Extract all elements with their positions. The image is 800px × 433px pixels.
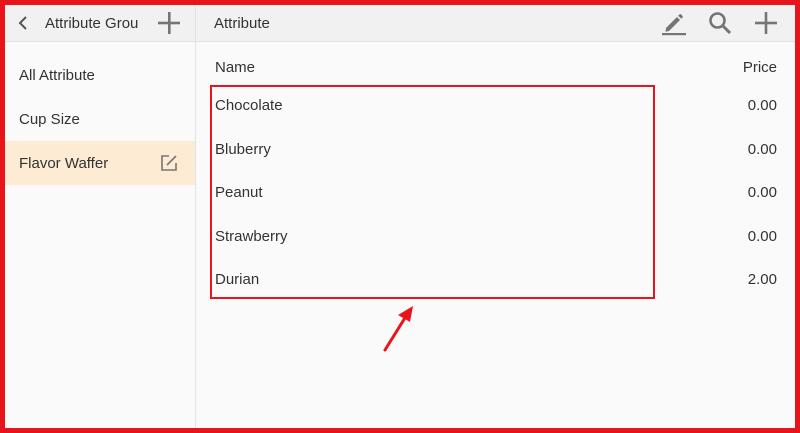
attribute-name: Bluberry	[215, 140, 271, 158]
edit-group-button[interactable]	[160, 154, 178, 172]
attribute-group-list: All Attribute Cup Size Flavor Waffer	[5, 53, 195, 185]
sidebar-item-all-attribute[interactable]: All Attribute	[5, 53, 195, 97]
app-window: Attribute Grou All Attribute Cup Size Fl…	[0, 0, 800, 433]
table-row[interactable]: Peanut 0.00	[215, 171, 777, 215]
page-title: Attribute	[214, 14, 270, 32]
table-row[interactable]: Strawberry 0.00	[215, 215, 777, 259]
sidebar-item-flavor-waffer[interactable]: Flavor Waffer	[5, 141, 195, 185]
sidebar-item-label: Cup Size	[19, 110, 80, 128]
attribute-name: Chocolate	[215, 97, 283, 115]
table-row[interactable]: Chocolate 0.00	[215, 84, 777, 128]
column-header-price: Price	[742, 58, 777, 76]
add-group-button[interactable]	[157, 11, 181, 35]
attribute-group-sidebar: Attribute Grou All Attribute Cup Size Fl…	[5, 5, 196, 428]
attribute-price: 0.00	[747, 140, 777, 158]
back-button[interactable]	[15, 13, 31, 33]
search-button[interactable]	[707, 10, 733, 36]
add-attribute-button[interactable]	[753, 10, 779, 36]
sidebar-item-label: Flavor Waffer	[19, 154, 109, 172]
edit-square-icon	[161, 155, 177, 171]
sidebar-item-label: All Attribute	[19, 66, 95, 84]
attribute-price: 0.00	[747, 184, 777, 202]
sidebar-item-cup-size[interactable]: Cup Size	[5, 97, 195, 141]
attribute-name: Peanut	[215, 184, 263, 202]
table-row[interactable]: Bluberry 0.00	[215, 128, 777, 172]
table-row[interactable]: Durian 2.00	[215, 258, 777, 302]
search-icon	[709, 12, 732, 35]
sidebar-toolbar: Attribute Grou	[5, 5, 195, 42]
edit-button[interactable]	[661, 10, 687, 36]
attribute-name: Strawberry	[215, 227, 288, 245]
table-header: Name Price	[215, 52, 777, 82]
main-toolbar: Attribute	[196, 5, 795, 42]
attribute-table: Chocolate 0.00 Bluberry 0.00 Peanut 0.00…	[215, 84, 777, 302]
sidebar-title: Attribute Grou	[45, 14, 139, 32]
attribute-price: 0.00	[747, 227, 777, 245]
column-header-name: Name	[215, 58, 256, 76]
attribute-price: 0.00	[747, 97, 777, 115]
plus-icon	[158, 12, 180, 34]
attribute-panel: Attribute Name Price Chocolate 0.00 Blub…	[196, 5, 795, 428]
plus-icon	[755, 12, 777, 34]
pencil-icon	[662, 14, 686, 36]
attribute-price: 2.00	[747, 271, 777, 289]
chevron-left-icon	[18, 16, 27, 30]
attribute-name: Durian	[215, 271, 260, 289]
